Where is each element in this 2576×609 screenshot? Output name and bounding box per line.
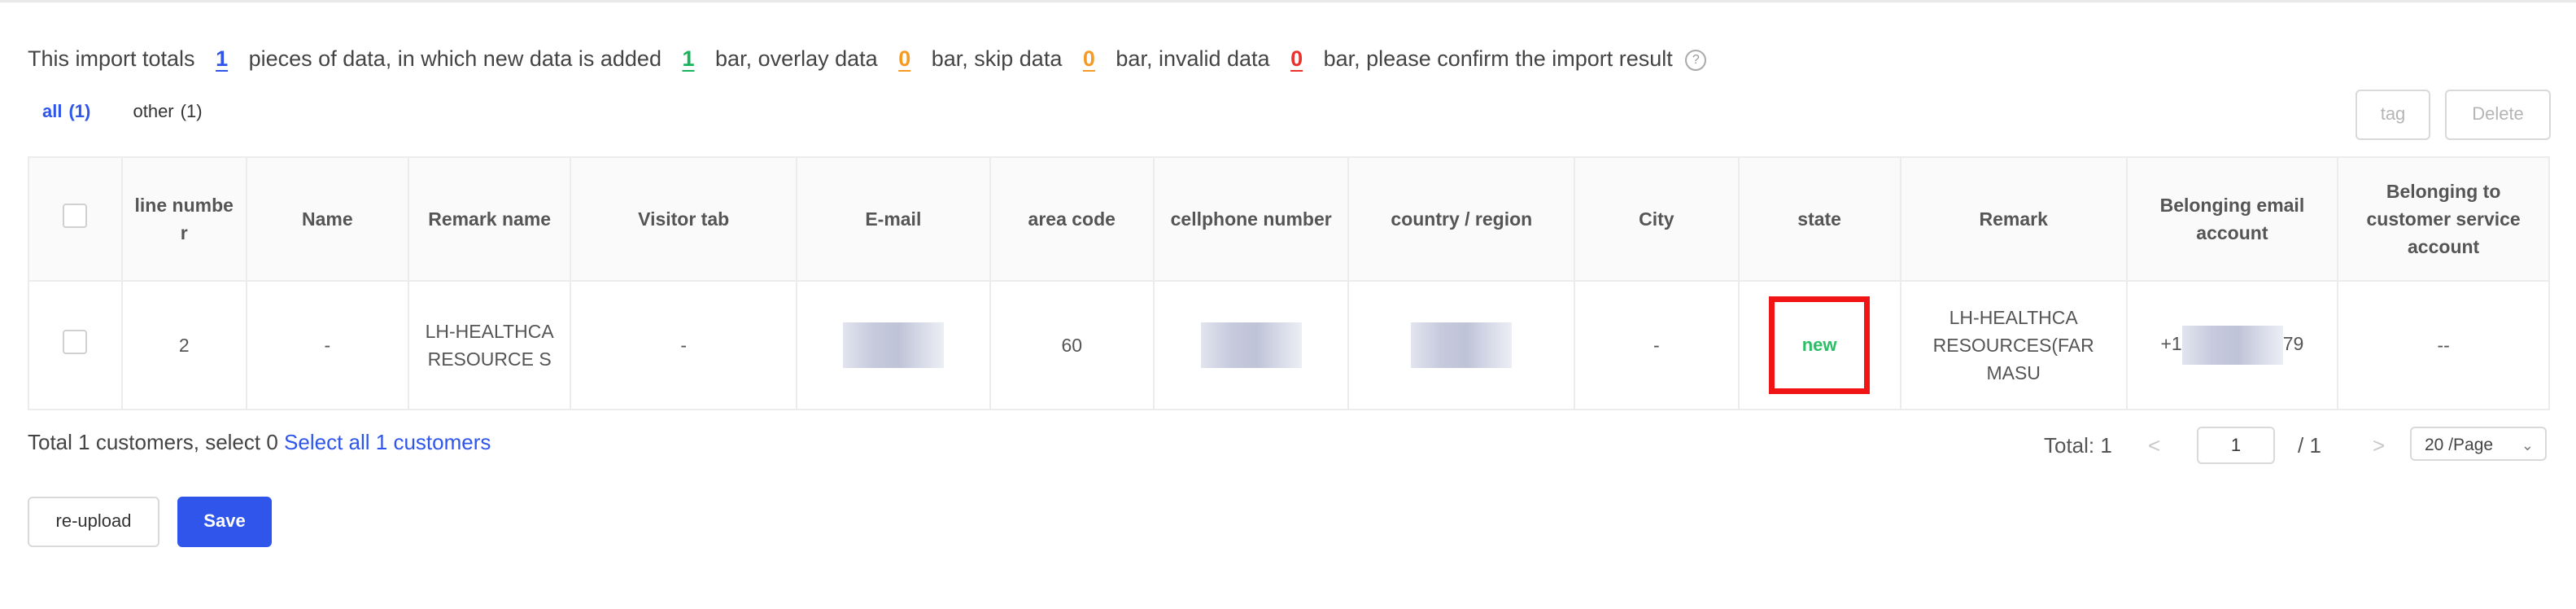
reupload-button[interactable]: re-upload — [28, 497, 159, 547]
import-table: line numbe r Name Remark name Visitor ta… — [28, 156, 2550, 410]
header-line-number: line numbe r — [120, 156, 247, 282]
header-belonging-email-account: Belonging email account — [2125, 156, 2339, 282]
summary-text-4: bar, skip data — [931, 46, 1063, 71]
cell-city: - — [1574, 280, 1740, 410]
cell-line-number: 2 — [120, 280, 247, 410]
tab-all-count: (1) — [68, 101, 91, 121]
table-row: 2 - LH-HEALTHCA RESOURCE S - 60 - new LH… — [28, 280, 2550, 410]
skip-count: 0 — [1082, 46, 1095, 71]
tab-other-label: other — [133, 101, 174, 121]
cellphone-redacted — [1200, 322, 1302, 368]
cell-cellphone — [1152, 280, 1350, 410]
overlay-count: 0 — [898, 46, 911, 71]
summary-text-5: bar, invalid data — [1116, 46, 1270, 71]
filter-tabs: all (1) other (1) — [42, 101, 240, 122]
cell-state: new — [1737, 280, 1901, 410]
tab-all[interactable]: all (1) — [42, 101, 90, 122]
tab-other[interactable]: other (1) — [133, 101, 202, 122]
email-account-prefix: +1 — [2160, 333, 2182, 355]
header-visitor-tab: Visitor tab — [570, 156, 798, 282]
summary-text-2: pieces of data, in which new data is add… — [248, 46, 661, 71]
header-email: E-mail — [796, 156, 991, 282]
total-count: 1 — [216, 46, 229, 71]
header-area-code: area code — [989, 156, 1155, 282]
cell-remark-name: LH-HEALTHCA RESOURCE S — [407, 280, 572, 410]
header-cellphone: cellphone number — [1152, 156, 1350, 282]
select-all-link[interactable]: Select all 1 customers — [284, 430, 491, 454]
country-redacted — [1411, 322, 1513, 368]
email-redacted — [842, 322, 944, 368]
header-remark: Remark — [1899, 156, 2128, 282]
cell-area-code: 60 — [989, 280, 1155, 410]
summary-text-3: bar, overlay data — [715, 46, 878, 71]
cell-remark: LH-HEALTHCA RESOURCES(FAR MASU — [1899, 280, 2128, 410]
email-account-value: +1 79 — [2160, 326, 2304, 365]
delete-button[interactable]: Delete — [2445, 90, 2551, 140]
row-select-cell — [28, 280, 123, 410]
cell-visitor-tab: - — [570, 280, 798, 410]
page-count: / 1 — [2298, 433, 2321, 458]
select-all-checkbox[interactable] — [63, 203, 88, 228]
header-remark-name: Remark name — [407, 156, 572, 282]
question-circle-icon[interactable]: ? — [1685, 49, 1707, 71]
header-country-region: country / region — [1347, 156, 1576, 282]
top-divider — [0, 0, 2576, 2]
selection-summary: Total 1 customers, select 0 Select all 1… — [28, 430, 491, 455]
import-summary: This import totals 1 pieces of data, in … — [28, 42, 1707, 75]
page-size-select[interactable]: 20 /Page ⌄ — [2410, 427, 2547, 461]
tab-other-count: (1) — [180, 101, 203, 121]
chevron-down-icon: ⌄ — [2521, 437, 2534, 453]
added-count: 1 — [682, 46, 695, 71]
page-number-input[interactable]: 1 — [2197, 427, 2275, 464]
row-checkbox[interactable] — [63, 329, 88, 354]
email-account-redacted — [2181, 326, 2283, 365]
header-city: City — [1574, 156, 1740, 282]
cell-email — [796, 280, 991, 410]
prev-page-button[interactable]: < — [2148, 427, 2160, 464]
cell-country-region — [1347, 280, 1576, 410]
summary-text-6: bar, please confirm the import result — [1323, 46, 1673, 71]
invalid-count: 0 — [1290, 46, 1303, 71]
header-name: Name — [245, 156, 410, 282]
header-state: state — [1737, 156, 1901, 282]
state-badge: new — [1769, 296, 1871, 394]
save-button[interactable]: Save — [177, 497, 272, 547]
cell-name: - — [245, 280, 410, 410]
selection-text: Total 1 customers, select 0 — [28, 430, 278, 454]
cell-belonging-cs-account: -- — [2337, 280, 2550, 410]
pagination-total: Total: 1 — [2044, 433, 2112, 458]
header-belonging-cs-account: Belonging to customer service account — [2337, 156, 2550, 282]
tag-button[interactable]: tag — [2356, 90, 2430, 140]
table-header-row: line numbe r Name Remark name Visitor ta… — [28, 156, 2550, 282]
cell-belonging-email-account: +1 79 — [2125, 280, 2339, 410]
select-all-cell — [28, 156, 123, 282]
next-page-button[interactable]: > — [2373, 427, 2385, 464]
email-account-suffix: 79 — [2282, 333, 2304, 355]
page-size-value: 20 /Page — [2425, 436, 2494, 454]
summary-text-1: This import totals — [28, 46, 195, 71]
tab-all-label: all — [42, 101, 63, 121]
